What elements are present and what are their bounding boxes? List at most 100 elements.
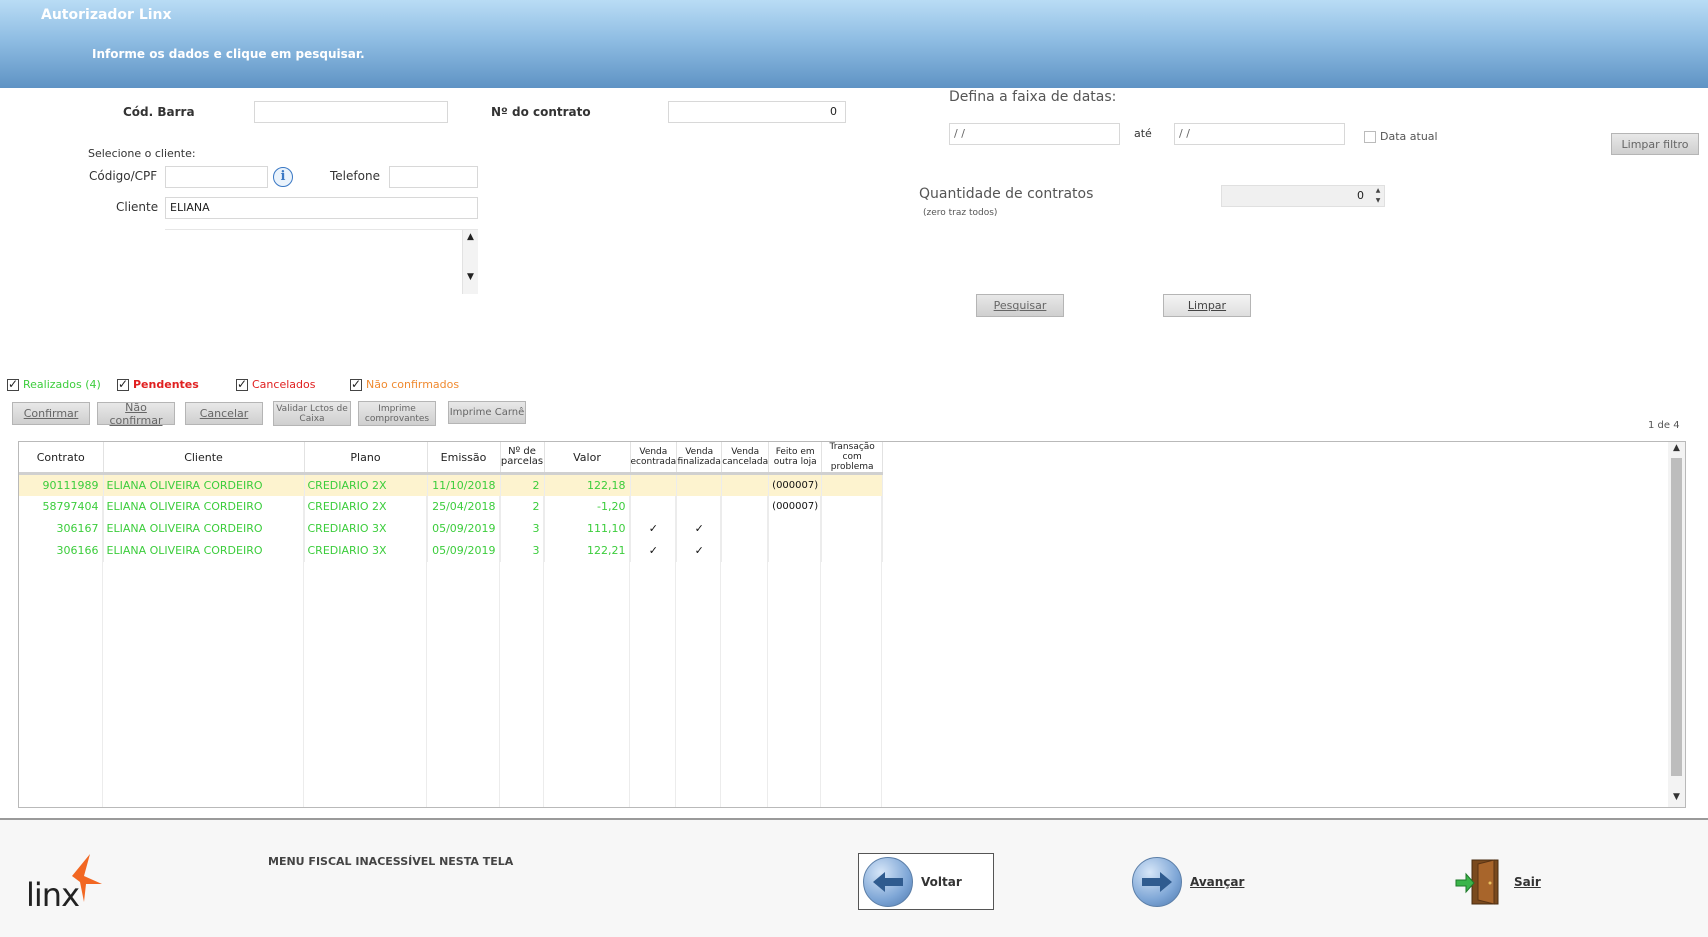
limpar-button[interactable]: Limpar — [1163, 294, 1251, 317]
nao-confirmados-box[interactable] — [350, 377, 362, 391]
nao-confirmados-checkbox[interactable]: Não confirmados — [350, 377, 459, 391]
grid-scroll-up-icon[interactable]: ▲ — [1668, 443, 1685, 457]
realizados-label: Realizados (4) — [23, 378, 101, 391]
cell-fin — [676, 495, 723, 518]
cancelar-button[interactable]: Cancelar — [185, 402, 263, 425]
limpar-filtro-button[interactable]: Limpar filtro — [1611, 133, 1699, 155]
footer-bar: linx MENU FISCAL INACESSÍVEL NESTA TELA … — [0, 820, 1708, 937]
validar-line1: Validar Lctos de — [276, 403, 348, 414]
cell-plano: CREDIARIO 3X — [304, 539, 428, 562]
imprime-comprovantes-button[interactable]: Imprime comprovantes — [358, 401, 436, 426]
cliente-label: Cliente — [116, 200, 159, 214]
col-valor[interactable]: Valor — [544, 442, 631, 475]
col-venda-encontrada[interactable]: Venda econtrada — [630, 442, 678, 475]
col-feito-l1: Feito em — [775, 447, 815, 457]
validar-line2: Caixa — [299, 413, 325, 424]
validar-lctos-button[interactable]: Validar Lctos de Caixa — [273, 401, 351, 426]
pendentes-label: Pendentes — [133, 378, 199, 391]
contracts-grid[interactable]: Contrato Cliente Plano Emissão Nº de parc… — [18, 441, 1686, 808]
imprime-carne-button[interactable]: Imprime Carnê — [448, 401, 526, 424]
contracts-table: Contrato Cliente Plano Emissão Nº de parc… — [19, 442, 884, 562]
cell-contrato: 306167 — [19, 517, 104, 540]
col-cliente[interactable]: Cliente — [103, 442, 305, 475]
cell-trans — [821, 473, 884, 496]
pendentes-box[interactable] — [117, 377, 129, 391]
pendentes-checkbox[interactable]: Pendentes — [117, 377, 199, 391]
date-from-input[interactable]: / / — [949, 123, 1120, 145]
col-enc-l1: Venda — [639, 447, 668, 457]
data-atual-checkbox[interactable]: Data atual — [1364, 130, 1438, 143]
client-list[interactable]: ▲ ▼ — [165, 229, 478, 294]
cell-contrato: 90111989 — [19, 473, 104, 496]
imprime-line1: Imprime — [378, 403, 416, 414]
col-transacao-problema[interactable]: Transação com problema — [821, 442, 884, 475]
scroll-down-icon[interactable]: ▼ — [463, 272, 478, 282]
col-emissao[interactable]: Emissão — [427, 442, 501, 475]
cell-fin: ✓ — [676, 517, 723, 540]
sair-label: Sair — [1514, 875, 1541, 889]
avancar-button[interactable]: Avançar — [1132, 855, 1244, 909]
data-atual-box[interactable] — [1364, 130, 1376, 143]
exit-door-icon — [1454, 856, 1506, 908]
cell-cliente: ELIANA OLIVEIRA CORDEIRO — [103, 517, 305, 540]
pesquisar-button[interactable]: Pesquisar — [976, 294, 1064, 317]
cell-can — [721, 539, 770, 562]
table-row[interactable]: 58797404 ELIANA OLIVEIRA CORDEIRO CREDIA… — [19, 495, 884, 518]
cell-parcelas: 3 — [500, 539, 545, 562]
col-fin-l2: finalizada — [677, 457, 721, 467]
cell-valor: 122,18 — [544, 473, 631, 496]
col-venda-finalizada[interactable]: Venda finalizada — [676, 442, 723, 475]
grid-scroll-thumb[interactable] — [1671, 458, 1682, 776]
client-list-scrollbar[interactable]: ▲ ▼ — [462, 230, 478, 294]
cell-plano: CREDIARIO 3X — [304, 517, 428, 540]
telefone-label: Telefone — [330, 169, 380, 183]
confirmar-button[interactable]: Confirmar — [12, 402, 90, 425]
contrato-input[interactable]: 0 — [668, 101, 846, 123]
confirmar-label: Confirmar — [23, 407, 79, 420]
table-row[interactable]: 306167 ELIANA OLIVEIRA CORDEIRO CREDIARI… — [19, 517, 884, 540]
cell-emissao: 05/09/2019 — [427, 517, 501, 540]
cell-fin: ✓ — [676, 539, 723, 562]
cell-cliente: ELIANA OLIVEIRA CORDEIRO — [103, 473, 305, 496]
col-venda-cancelada[interactable]: Venda cancelada — [721, 442, 770, 475]
info-icon[interactable]: i — [273, 167, 293, 187]
avancar-label: Avançar — [1190, 875, 1245, 889]
cod-barra-input[interactable] — [254, 101, 448, 123]
date-to-input[interactable]: / / — [1174, 123, 1345, 145]
col-feito-outra-loja[interactable]: Feito em outra loja — [768, 442, 823, 475]
col-can-l2: cancelada — [722, 457, 769, 467]
select-client-label: Selecione o cliente: — [88, 147, 196, 160]
sair-button[interactable]: Sair — [1454, 855, 1541, 909]
table-row[interactable]: 306166 ELIANA OLIVEIRA CORDEIRO CREDIARI… — [19, 539, 884, 562]
cell-feito: (000007) — [768, 495, 823, 518]
voltar-label: Voltar — [921, 874, 962, 889]
cell-enc: ✓ — [630, 539, 678, 562]
header-bar: Autorizador Linx Informe os dados e cliq… — [0, 0, 1708, 88]
ate-label: até — [1134, 127, 1152, 140]
realizados-box[interactable] — [7, 377, 19, 391]
cancelados-box[interactable] — [236, 377, 248, 391]
cliente-input[interactable]: ELIANA — [165, 197, 478, 219]
table-row[interactable]: 90111989 ELIANA OLIVEIRA CORDEIRO CREDIA… — [19, 473, 884, 496]
col-plano[interactable]: Plano — [304, 442, 428, 475]
cell-fin — [676, 473, 723, 496]
realizados-checkbox[interactable]: Realizados (4) — [7, 377, 101, 391]
quantity-hint: (zero traz todos) — [923, 208, 998, 218]
col-contrato[interactable]: Contrato — [19, 442, 104, 475]
cell-plano: CREDIARIO 2X — [304, 495, 428, 518]
nao-confirmar-label: Não confirmar — [109, 400, 163, 427]
voltar-button[interactable]: Voltar — [858, 853, 994, 910]
col-feito-l2: outra loja — [773, 457, 817, 467]
grid-scroll-down-icon[interactable]: ▼ — [1668, 792, 1685, 806]
cell-feito: (000007) — [768, 473, 823, 496]
nao-confirmar-button[interactable]: Não confirmar — [97, 400, 175, 427]
quantity-input[interactable]: 0 — [1221, 185, 1385, 207]
grid-scrollbar[interactable]: ▲ ▼ — [1668, 442, 1685, 807]
scroll-up-icon[interactable]: ▲ — [463, 232, 478, 242]
cancelados-checkbox[interactable]: Cancelados — [236, 377, 315, 391]
quantity-spinner[interactable]: ▲ ▼ — [1372, 186, 1384, 206]
codigo-cpf-input[interactable] — [165, 166, 268, 188]
linx-logo: linx — [26, 854, 106, 914]
col-parcelas[interactable]: Nº de parcelas — [500, 442, 545, 475]
telefone-input[interactable] — [389, 166, 478, 188]
